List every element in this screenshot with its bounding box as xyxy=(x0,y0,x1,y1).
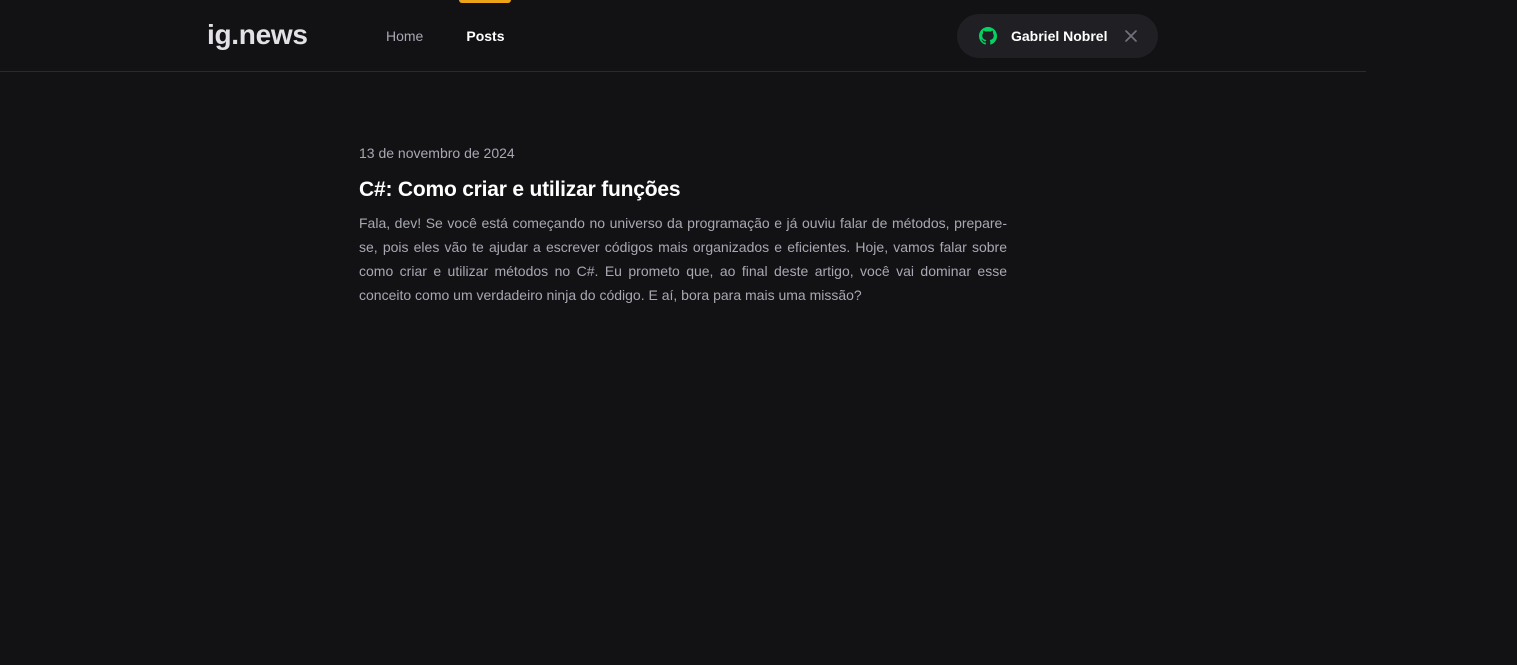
post-title[interactable]: C#: Como criar e utilizar funções xyxy=(359,176,1007,204)
site-logo[interactable]: ig.news xyxy=(207,17,308,53)
github-user-button[interactable]: Gabriel Nobrel xyxy=(957,14,1158,58)
site-header: ig.news Home Posts Gabriel Nobrel xyxy=(0,0,1366,72)
post-date: 13 de novembro de 2024 xyxy=(359,145,515,161)
github-icon xyxy=(979,27,997,45)
post-card[interactable]: 13 de novembro de 2024 C#: Como criar e … xyxy=(359,140,1007,307)
post-excerpt: Fala, dev! Se você está começando no uni… xyxy=(359,215,1007,303)
nav-link-posts[interactable]: Posts xyxy=(459,0,512,72)
user-name: Gabriel Nobrel xyxy=(1011,28,1108,44)
nav-link-home[interactable]: Home xyxy=(386,0,423,72)
close-icon[interactable] xyxy=(1124,29,1138,43)
main-nav: Home Posts xyxy=(386,0,512,72)
